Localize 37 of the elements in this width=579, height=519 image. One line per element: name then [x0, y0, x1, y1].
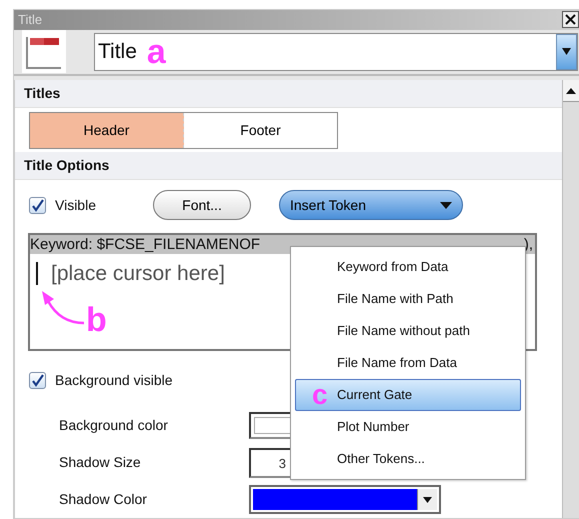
combo-value: Title — [97, 39, 137, 65]
checkbox-label: Visible — [55, 196, 96, 214]
scroll-up-button[interactable] — [563, 80, 579, 102]
insert-token-button[interactable]: Insert Token — [279, 190, 463, 220]
checkbox[interactable] — [29, 196, 46, 214]
up-arrow-icon — [566, 88, 576, 94]
title-icon — [22, 30, 66, 74]
section-header: Title Options — [15, 152, 562, 180]
caret-icon — [423, 496, 432, 502]
menu-item[interactable]: Plot Number — [295, 411, 521, 443]
menu-item[interactable]: c Current Gate — [295, 379, 521, 411]
placeholder-text: [place cursor here] — [51, 261, 225, 287]
section-header: Titles — [15, 80, 562, 108]
font-button[interactable]: Font... — [153, 190, 251, 220]
close-button[interactable] — [562, 11, 579, 28]
color-dropdown[interactable] — [249, 485, 441, 514]
text-cursor — [36, 262, 38, 286]
window-title: Title — [18, 11, 42, 29]
checkbox[interactable] — [29, 372, 46, 388]
checkbox-label: Background visible — [55, 370, 173, 390]
dropdown-button[interactable] — [556, 34, 577, 70]
menu-item[interactable]: File Name without path — [295, 315, 521, 347]
scrollbar[interactable] — [562, 80, 579, 518]
title-combo-box[interactable]: Title a — [94, 32, 578, 71]
menu-item[interactable]: File Name with Path — [295, 283, 521, 315]
annotation-letter: c — [312, 378, 328, 412]
caret-icon — [562, 48, 571, 56]
keyword-text: Keyword: $FCSE_FILENAMENOF — [30, 235, 260, 254]
tab[interactable]: Header — [30, 113, 184, 148]
field-label: Shadow Size — [59, 453, 142, 472]
close-icon — [565, 14, 576, 26]
menu-item[interactable]: Keyword from Data — [295, 251, 521, 283]
field-label: Background color — [59, 416, 169, 435]
annotation-letter: a — [146, 34, 166, 69]
field-label: Shadow Color — [59, 490, 148, 509]
annotation-letter: b — [86, 303, 107, 337]
caret-icon — [440, 202, 452, 208]
